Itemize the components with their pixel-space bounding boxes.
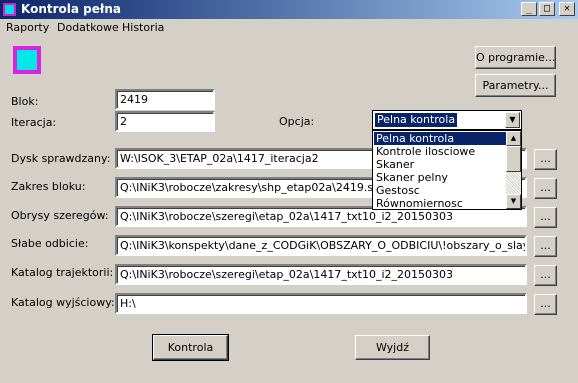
slabe-odbicie-label: Słabe odbicie: [11,237,89,250]
parameters-button[interactable]: Parametry... [475,74,556,97]
opcja-option-skaner[interactable]: Skaner [374,158,506,171]
close-button[interactable]: ✕ [559,2,575,16]
app-title-icon [3,3,16,16]
app-logo-icon [13,46,41,74]
iteracja-label: Iteracja: [11,116,57,129]
iteracja-input[interactable]: 2 [115,111,215,132]
title-bar[interactable]: Kontrola pełna _ □ ✕ [0,0,578,19]
opcja-dropdown-list: Pelna kontrola Kontrole ilosciowe Skaner… [372,130,522,210]
minimize-button[interactable]: _ [521,2,537,16]
slabe-odbicie-input[interactable]: Q:\INiK3\konspekty\dane_z_CODGiK\OBSZARY… [115,235,527,256]
opcja-option-kontrole-ilosciowe[interactable]: Kontrole ilosciowe [374,145,506,158]
opcja-select[interactable]: Pelna kontrola ▼ [372,110,522,130]
opcja-selected-value: Pelna kontrola [375,113,458,127]
maximize-button[interactable]: □ [539,2,555,16]
menu-raporty[interactable]: Raporty [6,21,49,34]
obrysy-browse-button[interactable]: ... [534,207,557,228]
opcja-option-pelna-kontrola[interactable]: Pelna kontrola [374,132,506,145]
opcja-option-skaner-pelny[interactable]: Skaner pelny [374,171,506,184]
kontrola-button[interactable]: Kontrola [152,334,229,361]
trajektorie-browse-button[interactable]: ... [534,265,557,286]
zakres-label: Zakres bloku: [11,180,86,193]
combo-arrow-icon[interactable]: ▼ [505,112,520,128]
menu-dodatkowe[interactable]: Dodatkowe [57,21,119,34]
zakres-browse-button[interactable]: ... [534,178,557,199]
trajektorie-label: Katalog trajektorii: [11,266,114,279]
opcja-label: Opcja: [279,115,315,128]
opcja-option-gestosc[interactable]: Gestosc [374,184,506,197]
menu-historia[interactable]: Historia [122,21,164,34]
wyjsciowy-label: Katalog wyjściowy: [11,296,115,309]
wyjsciowy-input[interactable]: H:\ [115,293,527,314]
about-button[interactable]: O programie... [475,46,556,69]
blok-label: Blok: [11,95,39,108]
dysk-label: Dysk sprawdzany: [11,152,111,165]
scroll-thumb[interactable] [506,146,521,172]
obrysy-label: Obrysy szeregów: [11,209,109,222]
wyjsciowy-browse-button[interactable]: ... [534,294,557,315]
dysk-browse-button[interactable]: ... [534,149,557,170]
opcja-option-rownomiernosc[interactable]: Równomiernosc [374,197,506,209]
scroll-up-icon[interactable]: ▲ [506,131,521,146]
window-title: Kontrola pełna [21,2,121,16]
scroll-down-icon[interactable]: ▼ [506,194,521,209]
trajektorie-input[interactable]: Q:\INiK3\robocze\szeregi\etap_02a\1417_t… [115,264,527,285]
blok-input[interactable]: 2419 [115,89,215,110]
main-window: Kontrola pełna _ □ ✕ Raporty Dodatkowe H… [0,0,578,383]
slabe-odbicie-browse-button[interactable]: ... [534,236,557,257]
menu-bar: Raporty Dodatkowe Historia [0,19,578,37]
exit-button[interactable]: Wyjdź [355,335,430,360]
dropdown-scrollbar[interactable]: ▲ ▼ [506,131,521,209]
